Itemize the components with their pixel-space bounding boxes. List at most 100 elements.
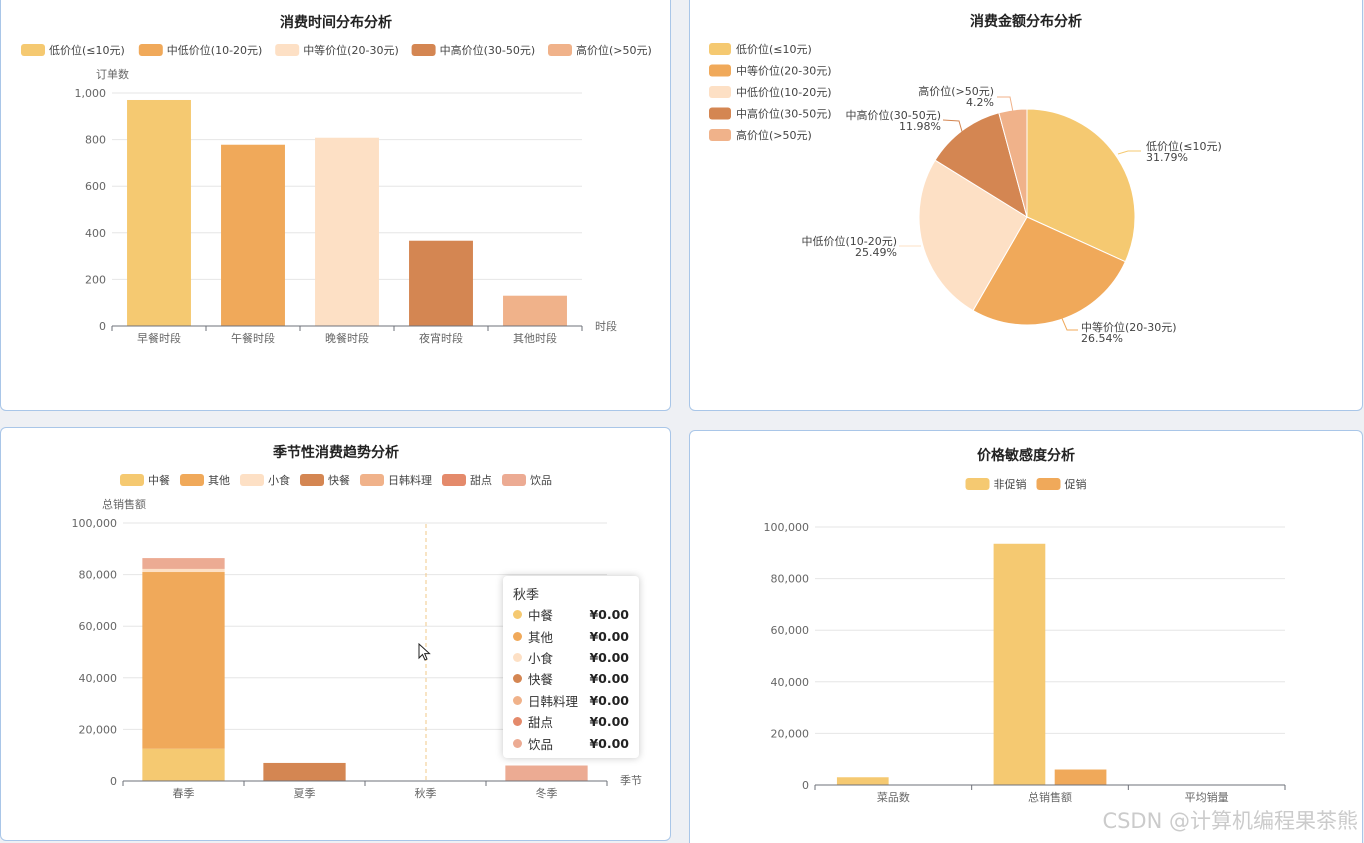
bar-segment — [142, 568, 225, 573]
chart-title: 消费时间分布分析 — [280, 14, 392, 31]
tooltip-row: 小食 ¥0.00 — [513, 647, 629, 668]
legend-label: 中高价位(30-50元) — [736, 107, 832, 121]
series-dot-icon — [513, 652, 522, 662]
x-axis: 菜品数 总销售额 平均销量 — [814, 784, 1286, 804]
y-tick-label: 0 — [110, 775, 117, 788]
y-tick-label: 100,000 — [72, 517, 118, 530]
y-tick-label: 100,000 — [764, 521, 810, 534]
x-tick-label: 春季 — [173, 787, 195, 800]
chart-title: 消费金额分布分析 — [970, 13, 1082, 30]
x-tick-label: 午餐时段 — [231, 331, 275, 345]
bar — [221, 144, 285, 326]
tooltip-series-value: ¥0.00 — [589, 714, 629, 730]
x-tick-label: 菜品数 — [877, 791, 910, 804]
tooltip-row: 饮品 ¥0.00 — [513, 732, 629, 753]
bar-segment — [505, 765, 588, 781]
bar-segment — [263, 762, 346, 781]
chart-tooltip: 秋季 中餐 ¥0.00 其他 ¥0.00 小食 ¥0.00 快餐 ¥0.00 日韩料理 ¥0.00… — [503, 576, 639, 758]
y-tick-label: 600 — [85, 180, 106, 193]
y-tick-label: 800 — [85, 134, 106, 147]
tooltip-series-value: ¥0.00 — [589, 671, 629, 687]
x-axis-label: 季节 — [620, 774, 642, 787]
x-tick-label: 其他时段 — [513, 331, 557, 345]
tooltip-series-name: 日韩料理 — [528, 693, 579, 709]
tooltip-series-value: ¥0.00 — [589, 735, 629, 751]
tooltip-row: 其他 ¥0.00 — [513, 625, 629, 646]
bar — [836, 777, 889, 785]
legend-label: 促销 — [1065, 477, 1087, 491]
legend-swatch — [709, 86, 731, 98]
series-dot-icon — [513, 738, 522, 748]
y-tick-label: 0 — [802, 779, 809, 792]
bar — [127, 99, 191, 327]
mouse-cursor-icon — [418, 643, 431, 661]
legend-swatch — [709, 64, 731, 77]
tooltip-series-name: 饮品 — [528, 736, 554, 752]
y-tick-label: 200 — [85, 273, 106, 286]
y-tick-label: 0 — [99, 320, 106, 333]
y-tick-label: 20,000 — [771, 727, 810, 740]
legend-swatch — [138, 44, 163, 56]
tooltip-series-value: ¥0.00 — [589, 628, 629, 644]
tooltip-series-name: 甜点 — [528, 715, 554, 731]
tooltip-series-name: 其他 — [528, 629, 554, 645]
legend-swatch — [1036, 478, 1061, 490]
y-tick-label: 1,000 — [75, 87, 107, 100]
legend-swatch — [709, 107, 731, 120]
legend-label: 其他 — [208, 474, 230, 487]
legend-swatch — [275, 44, 300, 56]
legend-label: 小食 — [268, 473, 290, 487]
x-tick-label: 秋季 — [415, 786, 437, 800]
legend-label: 中等价位(20-30元) — [303, 43, 399, 57]
bar — [1054, 769, 1107, 785]
tooltip-row: 甜点 ¥0.00 — [513, 711, 629, 732]
legend-label: 中餐 — [148, 473, 170, 487]
chart-title: 价格敏感度分析 — [977, 447, 1075, 464]
tooltip-series-value: ¥0.00 — [589, 607, 629, 623]
legend-swatch — [180, 474, 204, 486]
y-tick-label: 80,000 — [79, 569, 118, 582]
tooltip-row: 日韩料理 ¥0.00 — [513, 690, 629, 711]
legend-swatch — [502, 474, 526, 486]
legend-label: 低价位(≤10元) — [736, 42, 812, 56]
x-tick-label: 平均销量 — [1185, 790, 1229, 804]
legend-label: 快餐 — [328, 473, 350, 487]
time-distribution-panel: 消费时间分布分析 低价位(≤10元) 中低价位(10-20元) 中等价位(20-30… — [0, 0, 671, 411]
series-dot-icon — [513, 674, 522, 684]
y-axis-label: 订单数 — [96, 68, 129, 81]
series-dot-icon — [513, 610, 522, 620]
slice-percent: 26.54% — [1081, 332, 1123, 345]
tooltip-series-name: 中餐 — [528, 608, 554, 624]
legend-label: 低价位(≤10元) — [49, 43, 125, 57]
series-dot-icon — [513, 717, 522, 727]
tooltip-row: 中餐 ¥0.00 — [513, 604, 629, 625]
series-dot-icon — [513, 631, 522, 641]
legend-swatch — [120, 474, 144, 486]
chart-title: 季节性消费趋势分析 — [272, 444, 399, 461]
legend-label: 非促销 — [994, 477, 1027, 491]
tooltip-series-value: ¥0.00 — [589, 649, 629, 665]
tooltip-series-value: ¥0.00 — [589, 692, 629, 708]
legend-label: 中低价位(10-20元) — [736, 85, 832, 99]
legend-swatch — [442, 474, 466, 486]
chart-legend: 低价位(≤10元) 中低价位(10-20元) 中等价位(20-30元) 中高价位(30… — [21, 43, 652, 57]
x-tick-label: 早餐时段 — [137, 331, 181, 345]
x-tick-label: 冬季 — [536, 786, 558, 800]
grouped-bars — [836, 543, 1107, 785]
y-tick-label: 60,000 — [79, 620, 118, 633]
seasonal-trend-panel: 季节性消费趋势分析 中餐 其他 小食 快餐 日韩料理 甜点 饮品 总销售额 季节 0 20,0… — [0, 427, 671, 841]
legend-label: 饮品 — [530, 474, 552, 487]
amount-distribution-panel: 消费金额分布分析 低价位(≤10元) 中等价位(20-30元) 中低价位(10-20… — [689, 0, 1363, 411]
legend-swatch — [709, 43, 731, 55]
tooltip-row: 快餐 ¥0.00 — [513, 668, 629, 689]
legend-swatch — [300, 474, 324, 486]
x-axis: 早餐时段 午餐时段 晚餐时段 夜宵时段 其他时段 — [111, 325, 583, 345]
legend-swatch — [965, 478, 990, 490]
tooltip-series-name: 快餐 — [528, 672, 554, 688]
chart-legend: 低价位(≤10元) 中等价位(20-30元) 中低价位(10-20元) 中高价位(30… — [709, 42, 832, 142]
y-tick-label: 40,000 — [771, 676, 810, 689]
y-tick-label: 400 — [85, 227, 106, 240]
price-sensitivity-panel: 价格敏感度分析 非促销 促销 0 20,000 40,000 60,000 80,000 1… — [689, 430, 1363, 843]
chart-legend: 中餐 其他 小食 快餐 日韩料理 甜点 饮品 — [120, 473, 552, 487]
x-tick-label: 晚餐时段 — [325, 331, 369, 345]
